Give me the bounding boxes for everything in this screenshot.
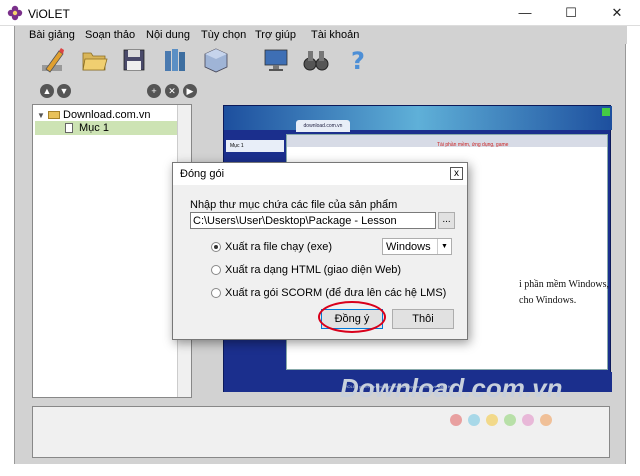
folder-icon[interactable] <box>79 45 109 75</box>
next-item-button[interactable]: ▶ <box>183 84 197 98</box>
chevron-down-icon: ▼ <box>437 239 451 254</box>
dot <box>504 414 516 426</box>
option-export-html-label: Xuất ra dạng HTML (giao diện Web) <box>225 264 402 276</box>
tree-root-label: Download.com.vn <box>63 109 151 121</box>
binoculars-icon[interactable] <box>301 45 331 75</box>
menu-tro-giup[interactable]: Trợ giúp <box>255 29 296 41</box>
monitor-icon[interactable] <box>261 45 291 75</box>
books-icon[interactable] <box>161 45 191 75</box>
move-up-button[interactable]: ▲ <box>40 84 54 98</box>
notes-panel[interactable] <box>32 406 610 458</box>
dot <box>522 414 534 426</box>
tree-root-item[interactable]: ▼ Download.com.vn <box>37 109 150 121</box>
expand-arrow-icon[interactable]: ▼ <box>37 111 45 120</box>
platform-select-value: Windows <box>386 241 431 253</box>
toolbar: ? <box>15 44 627 78</box>
dot <box>540 414 552 426</box>
remove-item-button[interactable]: ✕ <box>165 84 179 98</box>
page-icon <box>65 123 73 133</box>
radio-export-html[interactable] <box>211 265 221 275</box>
menu-tuy-chon[interactable]: Tùy chọn <box>201 29 246 41</box>
dot <box>486 414 498 426</box>
menu-noi-dung[interactable]: Nội dung <box>146 29 190 41</box>
radio-export-exe[interactable] <box>211 242 221 252</box>
close-button[interactable]: ✕ <box>594 0 640 26</box>
minimize-button[interactable]: — <box>502 0 548 26</box>
maximize-button[interactable]: ☐ <box>548 0 594 26</box>
dot <box>468 414 480 426</box>
tree-item-muc-1[interactable]: Mục 1 <box>35 121 179 135</box>
preview-left-item: Mục 1 <box>226 140 284 152</box>
menu-soan-thao[interactable]: Soạn thảo <box>85 29 135 41</box>
folder-path-input[interactable] <box>190 212 436 229</box>
platform-select[interactable]: Windows ▼ <box>382 238 452 255</box>
dot <box>450 414 462 426</box>
preview-close-icon[interactable] <box>602 108 610 116</box>
move-down-button[interactable]: ▼ <box>57 84 71 98</box>
title-bar: ViOLET — ☐ ✕ <box>0 0 640 26</box>
option-export-exe-label: Xuất ra file chạy (exe) <box>225 241 332 253</box>
browse-button[interactable]: ... <box>438 212 455 229</box>
preview-header-text: Tài phần mềm, ứng dụng, game <box>437 142 509 148</box>
menu-bai-giang[interactable]: Bài giảng <box>29 29 75 41</box>
folder-icon <box>47 111 60 119</box>
add-item-button[interactable]: + <box>147 84 161 98</box>
svg-text:?: ? <box>351 47 365 75</box>
dialog-title: Đóng gói <box>180 168 225 180</box>
radio-export-scorm[interactable] <box>211 288 221 298</box>
folder-label: Nhập thư mục chứa các file của sản phẩm <box>190 199 398 211</box>
highlight-circle <box>318 301 386 333</box>
dialog-close-button[interactable]: x <box>450 167 463 180</box>
watermark: Download.com.vn <box>340 373 563 403</box>
menu-tai-khoan[interactable]: Tài khoản <box>311 29 359 41</box>
cube-icon[interactable] <box>201 45 231 75</box>
violet-flower-icon <box>7 5 23 21</box>
window-title: ViOLET <box>28 7 70 21</box>
pencil-icon[interactable] <box>37 45 67 75</box>
dialog-title-bar: Đóng gói x <box>173 163 467 185</box>
menu-bar: Bài giảng Soạn thảo Nội dung Tùy chọn Tr… <box>15 26 627 44</box>
save-icon[interactable] <box>119 45 149 75</box>
preview-tab: download.com.vn <box>296 120 350 132</box>
preview-header-band <box>224 106 612 130</box>
preview-line-1: i phần mềm Windows, <box>519 279 609 290</box>
tree-item-label: Mục 1 <box>79 122 109 134</box>
preview-line-2: cho Windows. <box>519 295 577 306</box>
help-icon[interactable]: ? <box>343 45 373 75</box>
cancel-button[interactable]: Thôi <box>392 309 454 329</box>
option-export-scorm-label: Xuất ra gói SCORM (để đưa lên các hệ LMS… <box>225 287 447 299</box>
outline-tree: ▼ Download.com.vn Mục 1 <box>32 104 192 398</box>
